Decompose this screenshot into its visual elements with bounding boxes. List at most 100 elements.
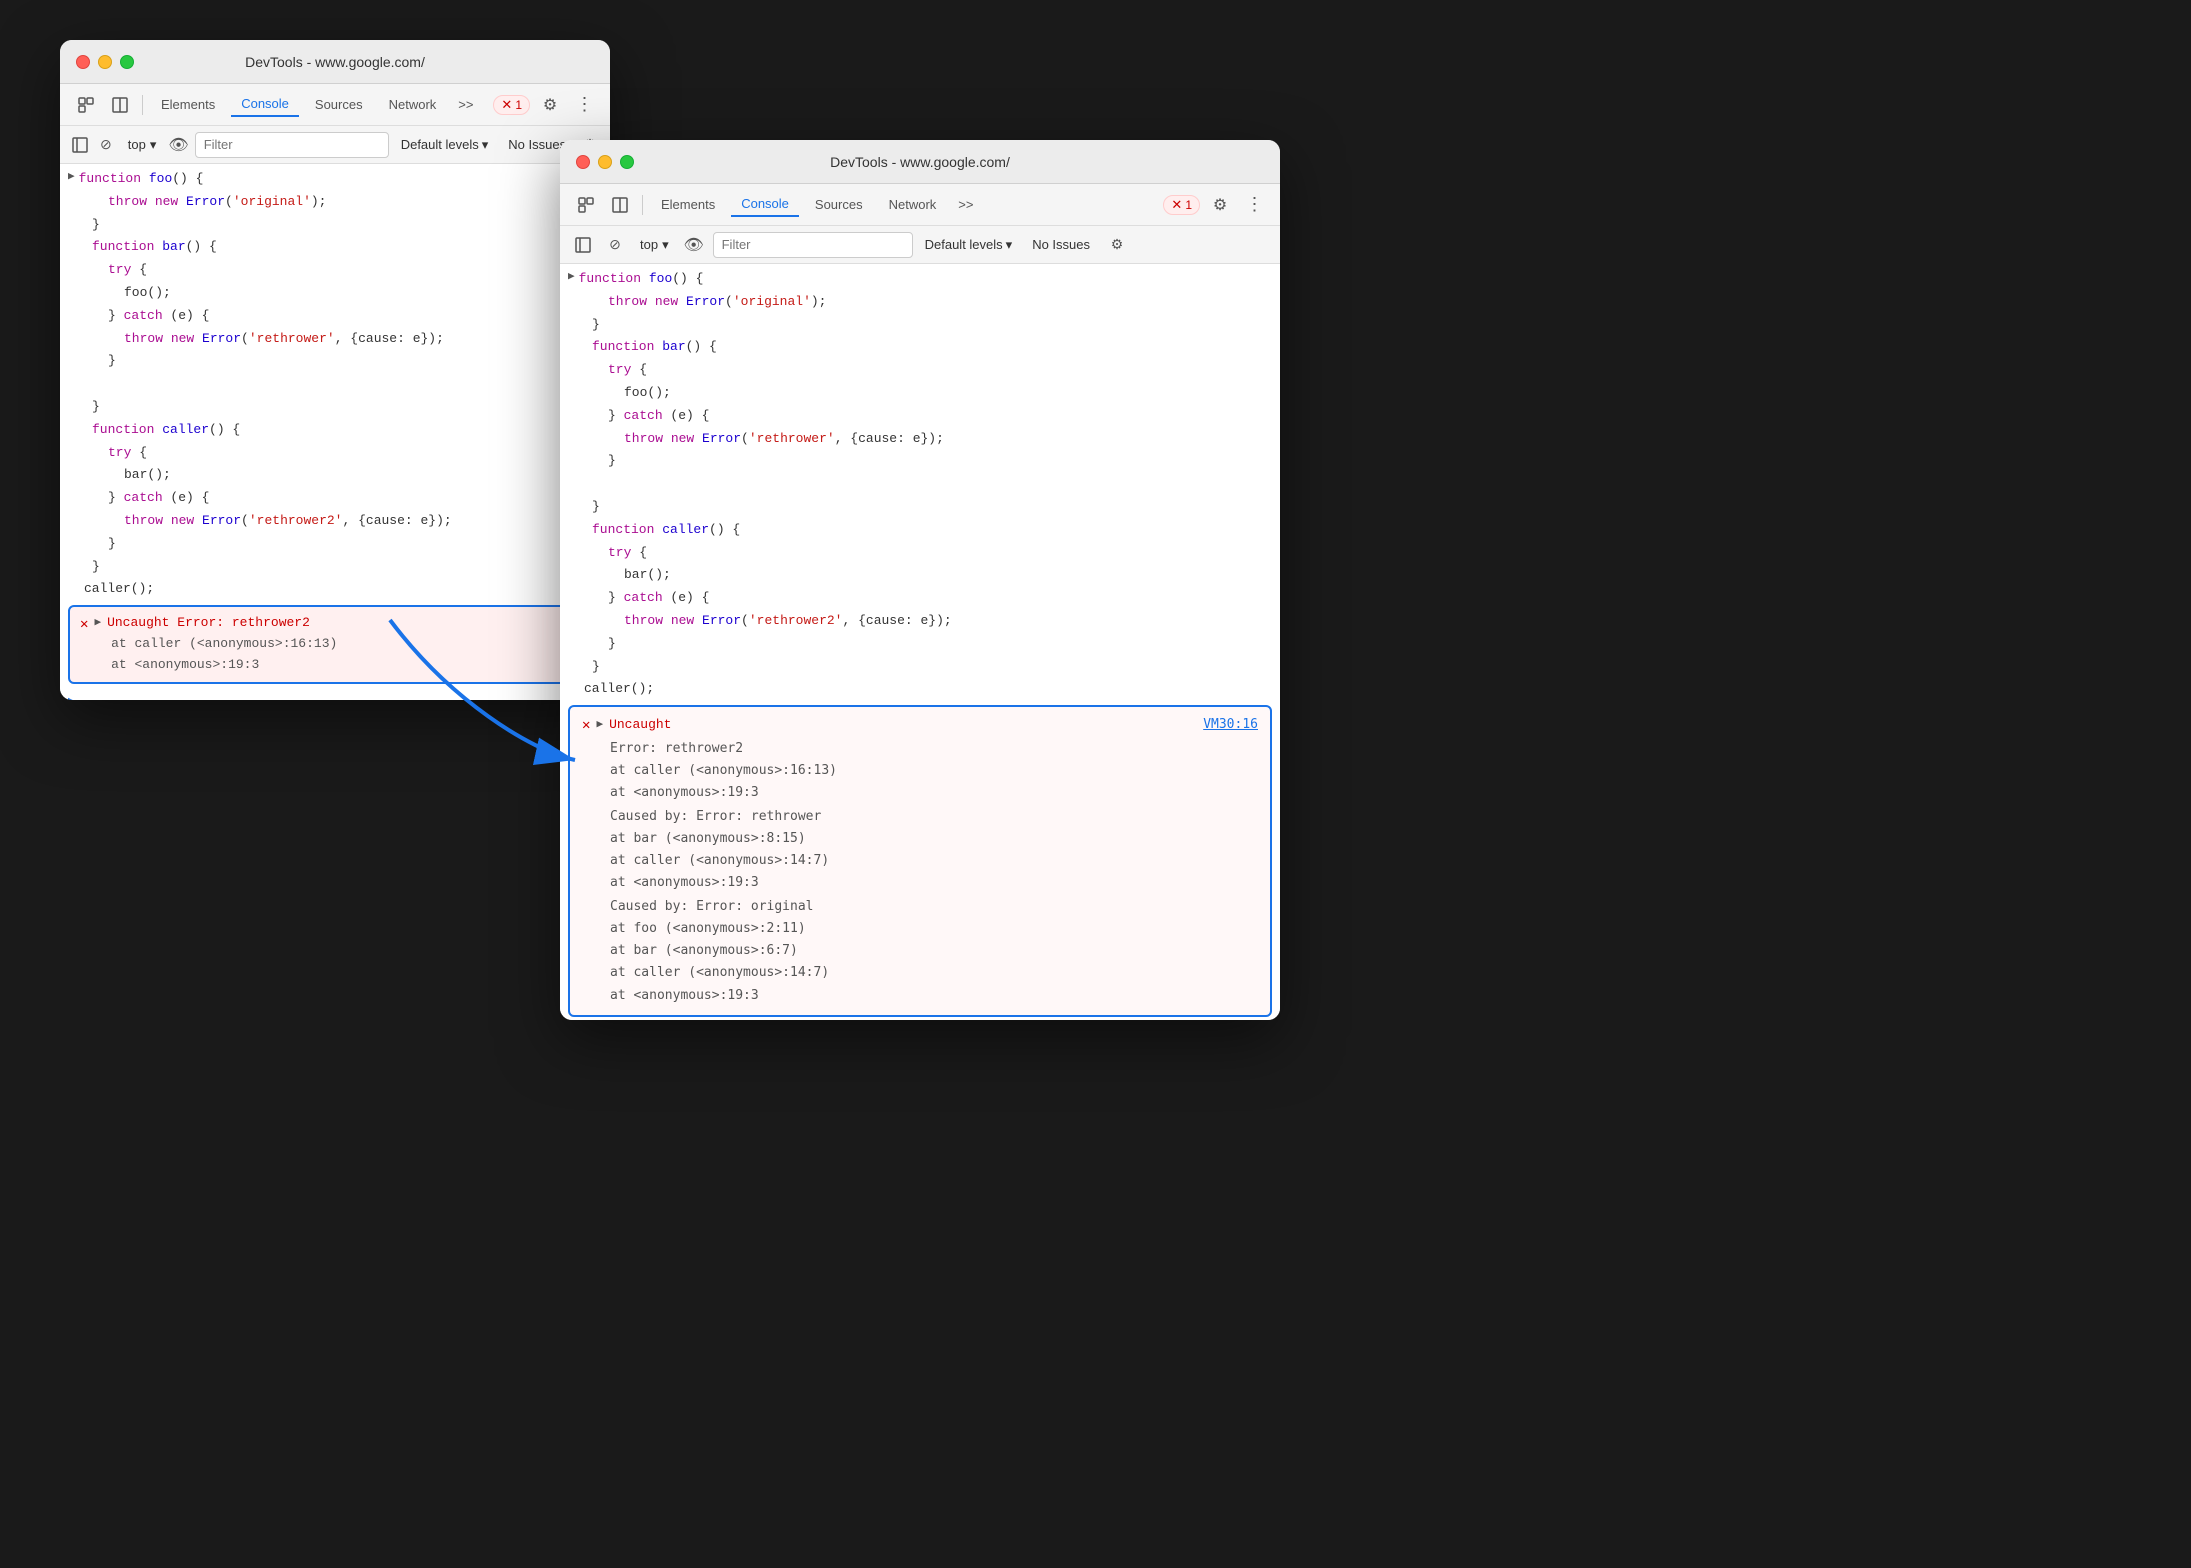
top-label-1: top — [128, 137, 146, 152]
w2-code-line-5: try { — [560, 359, 1280, 382]
tab-elements-2[interactable]: Elements — [651, 193, 725, 216]
sidebar-toggle-1[interactable] — [70, 132, 90, 158]
tab-more-2[interactable]: >> — [952, 193, 979, 216]
window-title-2: DevTools - www.google.com/ — [830, 154, 1010, 170]
w2-expand-btn-1[interactable]: ▶ — [568, 269, 575, 287]
w2-code-line-1: ▶ function foo() { — [560, 268, 1280, 291]
tab-sources-2[interactable]: Sources — [805, 193, 873, 216]
filter-input-1[interactable] — [195, 132, 389, 158]
error-badge-icon-1: ✕ — [501, 97, 512, 113]
inspect-icon-2[interactable] — [572, 191, 600, 219]
code-line-14: bar(); — [60, 464, 610, 487]
minimize-button-1[interactable] — [98, 55, 112, 69]
sidebar-toggle-2[interactable] — [570, 232, 596, 258]
w2-code-line-6: foo(); — [560, 382, 1280, 405]
code-line-4: function bar() { — [60, 236, 610, 259]
error-badge-icon-2: ✕ — [1171, 197, 1182, 213]
panel-icon-1[interactable] — [106, 91, 134, 119]
no-issues-label-1: No Issues — [508, 137, 566, 152]
w2-code-line-16: throw new Error('rethrower2', {cause: e}… — [560, 610, 1280, 633]
w2-code-line-4: function bar() { — [560, 336, 1280, 359]
error-main-text-1: Uncaught Error: rethrower2 at caller (<a… — [107, 613, 337, 675]
tab-more-1[interactable]: >> — [452, 93, 479, 116]
code-line-18: } — [60, 556, 610, 579]
error-line0-2: Error: rethrower2 — [610, 738, 1258, 760]
code-line-15: } catch (e) { — [60, 487, 610, 510]
console-prompt-1[interactable]: ▶ — [60, 688, 610, 700]
vm-link-2[interactable]: VM30:16 — [1203, 715, 1258, 736]
w2-code-line-17: } — [560, 633, 1280, 656]
kebab-icon-2[interactable]: ⋮ — [1240, 191, 1268, 219]
error-block-header-1: ✕ ▶ Uncaught Error: rethrower2 at caller… — [80, 613, 590, 675]
default-levels-chevron-1: ▾ — [482, 137, 489, 153]
top-label-2: top — [640, 237, 658, 252]
settings-icon-2[interactable]: ⚙ — [1206, 191, 1234, 219]
caused1-line3-2: at <anonymous>:19:3 — [610, 872, 1258, 894]
close-button-1[interactable] — [76, 55, 90, 69]
expand-error-btn-2[interactable]: ▶ — [596, 717, 603, 735]
code-line-10 — [60, 373, 610, 396]
w2-code-line-15: } catch (e) { — [560, 587, 1280, 610]
console-toolbar-1: ⊘ top ▾ 👁 Default levels ▾ No Issues ⚙ — [60, 126, 610, 164]
code-line-9: } — [60, 350, 610, 373]
title-bar-2: DevTools - www.google.com/ — [560, 140, 1280, 184]
default-levels-1[interactable]: Default levels ▾ — [395, 135, 495, 155]
tab-console-2[interactable]: Console — [731, 192, 799, 217]
inspect-icon-1[interactable] — [72, 91, 100, 119]
tab-bar-1: Elements Console Sources Network >> ✕ 1 … — [60, 84, 610, 126]
error-uncaught-label-2: Uncaught — [609, 715, 671, 736]
caused2-line4-2: at <anonymous>:19:3 — [610, 985, 1258, 1007]
default-levels-2[interactable]: Default levels ▾ — [919, 235, 1019, 255]
code-line-17: } — [60, 533, 610, 556]
filter-input-2[interactable] — [713, 232, 913, 258]
default-levels-label-1: Default levels — [401, 137, 479, 152]
prompt-arrow-1: ▶ — [68, 692, 76, 700]
top-selector-1[interactable]: top ▾ — [122, 135, 163, 155]
panel-icon-2[interactable] — [606, 191, 634, 219]
no-issues-btn-2[interactable]: No Issues — [1024, 235, 1098, 254]
w2-code-line-13: try { — [560, 542, 1280, 565]
top-chevron-1: ▾ — [150, 137, 157, 153]
expand-error-btn-1[interactable]: ▶ — [94, 615, 101, 633]
tab-elements-1[interactable]: Elements — [151, 93, 225, 116]
caused1-header-2: Caused by: Error: rethrower — [610, 806, 1258, 828]
maximize-button-1[interactable] — [120, 55, 134, 69]
console-content-1: ▶ function foo() { throw new Error('orig… — [60, 164, 610, 700]
code-line-11: } — [60, 396, 610, 419]
clear-icon-2[interactable]: ⊘ — [602, 232, 628, 258]
eye-icon-2[interactable]: 👁 — [681, 232, 707, 258]
window-title-1: DevTools - www.google.com/ — [245, 54, 425, 70]
top-selector-2[interactable]: top ▾ — [634, 235, 675, 255]
code-line-2: throw new Error('original'); — [60, 191, 610, 214]
eye-icon-1[interactable]: 👁 — [168, 132, 188, 158]
code-line-5: try { — [60, 259, 610, 282]
error-block-1: ✕ ▶ Uncaught Error: rethrower2 at caller… — [68, 605, 602, 683]
code-line-19: caller(); — [60, 578, 610, 601]
caused2-line2-2: at bar (<anonymous>:6:7) — [610, 940, 1258, 962]
error-header-row-2: ✕ ▶ Uncaught VM30:16 — [582, 715, 1258, 737]
console-content-2: ▶ function foo() { throw new Error('orig… — [560, 264, 1280, 1020]
code-line-7: } catch (e) { — [60, 305, 610, 328]
title-bar-1: DevTools - www.google.com/ — [60, 40, 610, 84]
console-gear-2[interactable]: ⚙ — [1104, 232, 1130, 258]
close-button-2[interactable] — [576, 155, 590, 169]
kebab-icon-1[interactable]: ⋮ — [570, 91, 598, 119]
settings-icon-1[interactable]: ⚙ — [536, 91, 564, 119]
minimize-button-2[interactable] — [598, 155, 612, 169]
maximize-button-2[interactable] — [620, 155, 634, 169]
tab-sources-1[interactable]: Sources — [305, 93, 373, 116]
default-levels-label-2: Default levels — [925, 237, 1003, 252]
expand-btn-1[interactable]: ▶ — [68, 169, 75, 187]
clear-icon-1[interactable]: ⊘ — [96, 132, 116, 158]
w2-code-line-12: function caller() { — [560, 519, 1280, 542]
error-badge-1[interactable]: ✕ 1 — [493, 95, 530, 115]
w2-code-line-14: bar(); — [560, 564, 1280, 587]
default-levels-chevron-2: ▾ — [1006, 237, 1013, 253]
tab-console-1[interactable]: Console — [231, 92, 299, 117]
tab-bar-2: Elements Console Sources Network >> ✕ 1 … — [560, 184, 1280, 226]
top-chevron-2: ▾ — [662, 237, 669, 253]
w2-code-line-2: throw new Error('original'); — [560, 291, 1280, 314]
error-badge-2[interactable]: ✕ 1 — [1163, 195, 1200, 215]
tab-network-1[interactable]: Network — [379, 93, 447, 116]
tab-network-2[interactable]: Network — [879, 193, 947, 216]
